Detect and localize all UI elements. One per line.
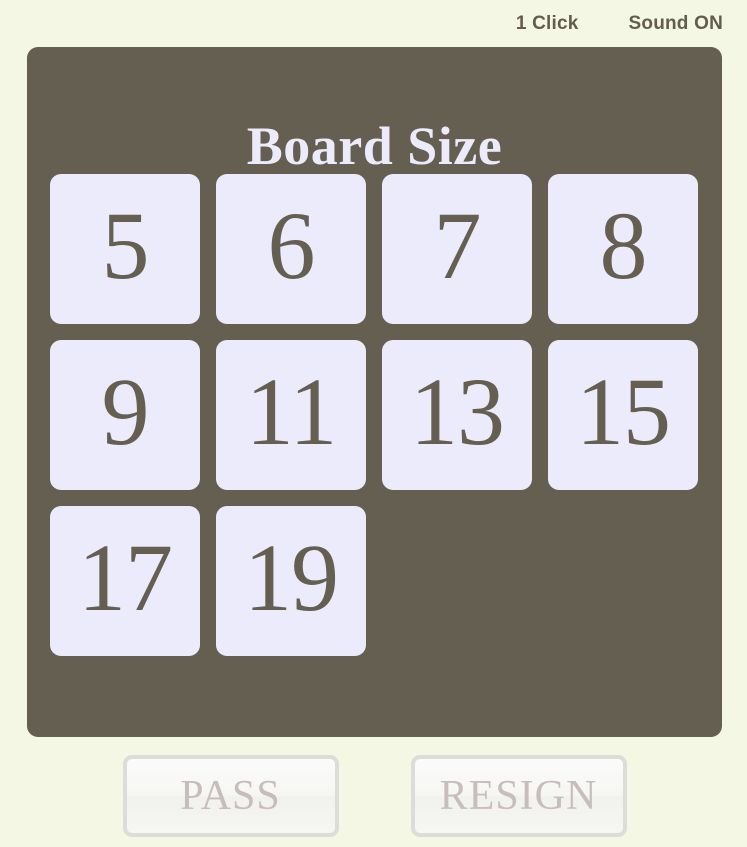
board-size-grid: 5 6 7 8 9 11 13 15 17 19 [50, 174, 699, 656]
board-size-label: 17 [78, 524, 173, 631]
board-size-panel: Board Size 5 6 7 8 9 11 13 15 17 19 [27, 47, 722, 737]
board-size-option-19[interactable]: 19 [216, 506, 366, 656]
board-size-label: 11 [245, 358, 337, 465]
board-size-label: 15 [576, 358, 671, 465]
board-size-option-11[interactable]: 11 [216, 340, 366, 490]
click-mode-toggle[interactable]: 1 Click [516, 14, 579, 33]
board-size-label: 13 [410, 358, 505, 465]
board-size-option-15[interactable]: 15 [548, 340, 698, 490]
sound-mode-toggle[interactable]: Sound ON [629, 14, 723, 33]
board-size-option-5[interactable]: 5 [50, 174, 200, 324]
board-size-label: 8 [599, 192, 648, 299]
board-size-label: 7 [433, 192, 482, 299]
board-size-option-17[interactable]: 17 [50, 506, 200, 656]
resign-button[interactable]: RESIGN [410, 755, 627, 837]
pass-button[interactable]: PASS [122, 755, 339, 837]
board-size-label: 6 [267, 192, 316, 299]
board-size-label: 9 [101, 358, 150, 465]
resign-button-label: RESIGN [439, 773, 598, 819]
pass-button-label: PASS [180, 773, 281, 819]
board-size-label: 5 [101, 192, 150, 299]
board-size-option-13[interactable]: 13 [382, 340, 532, 490]
page-title: Board Size [246, 116, 503, 176]
board-size-option-7[interactable]: 7 [382, 174, 532, 324]
board-size-option-9[interactable]: 9 [50, 340, 200, 490]
board-size-label: 19 [244, 524, 339, 631]
action-bar: PASS RESIGN [27, 755, 722, 837]
board-size-option-8[interactable]: 8 [548, 174, 698, 324]
board-size-option-6[interactable]: 6 [216, 174, 366, 324]
status-bar: 1 Click Sound ON [0, 0, 747, 47]
